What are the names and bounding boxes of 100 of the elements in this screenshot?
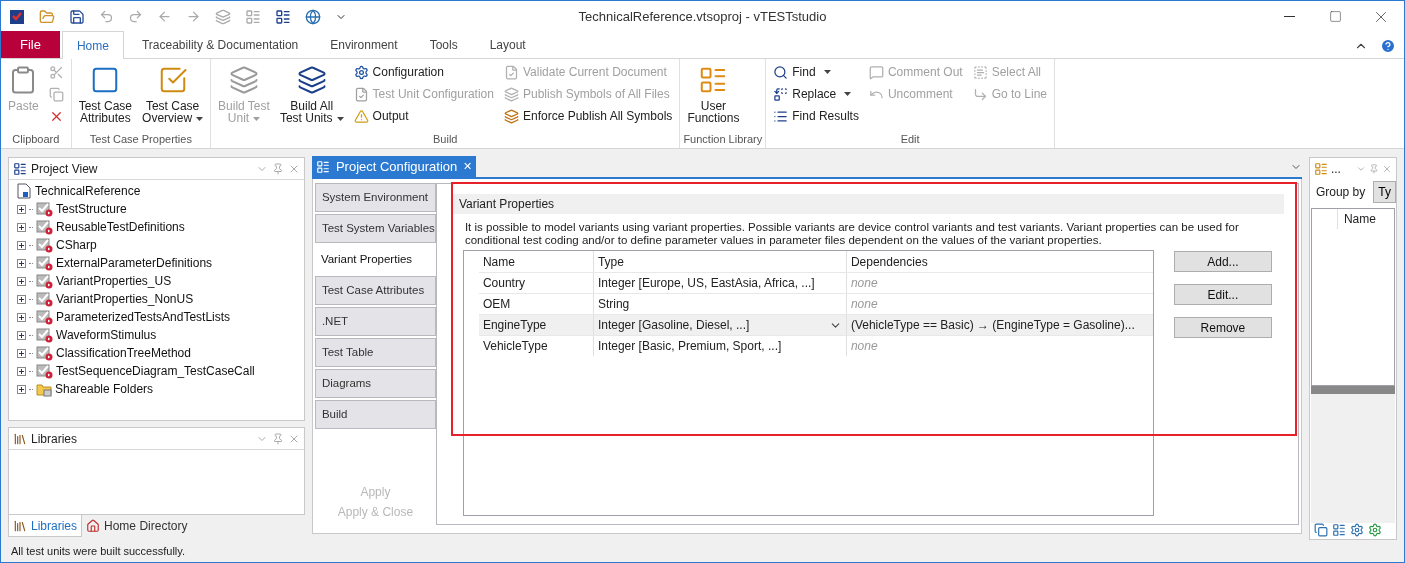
books-icon [13, 431, 27, 446]
expand-toggle[interactable] [17, 330, 26, 340]
replace-icon [773, 86, 789, 102]
app-icon[interactable] [9, 8, 25, 25]
tree-item[interactable]: TechnicalReference [35, 182, 141, 200]
table-row[interactable]: OEM String none [478, 293, 1153, 314]
pane-title: ... [1330, 161, 1342, 178]
ribbon-button[interactable]: Build All Test Units [275, 61, 348, 131]
group-by-dropdown[interactable]: Ty [1373, 181, 1396, 203]
close-icon[interactable] [1382, 164, 1392, 174]
go-to-line-icon [972, 86, 988, 102]
test-unit-icon [36, 219, 53, 235]
config-nav-item[interactable]: .NET [314, 307, 436, 336]
config-nav-item[interactable]: Diagrams [314, 369, 436, 398]
redo-icon[interactable] [128, 9, 143, 24]
table-row[interactable]: VehicleType Integer [Basic, Premium, Sport, ...] none [478, 335, 1153, 356]
pane-tab[interactable]: Home Directory [82, 515, 192, 537]
expand-toggle[interactable] [17, 204, 26, 214]
expand-toggle[interactable] [17, 384, 26, 394]
publish-icon [503, 108, 519, 124]
ribbon-button[interactable]: Output [349, 105, 498, 127]
ribbon-button[interactable]: Test Case Attributes [74, 61, 137, 131]
undo-icon[interactable] [99, 9, 114, 24]
test-unit-icon [36, 255, 53, 271]
explorer-icon[interactable] [305, 8, 321, 25]
help-icon[interactable] [1380, 38, 1396, 54]
tree-item[interactable]: TestStructure [56, 200, 127, 218]
config-nav-item[interactable]: System Environment [314, 183, 436, 212]
table-row[interactable]: EngineType Integer [Gasoline, Diesel, ...] (VehicleType == Basic) → (EngineType = Gasoline)... [478, 314, 1153, 335]
ribbon-tab[interactable]: Home [61, 31, 124, 59]
action-button[interactable]: Edit... [1173, 284, 1272, 305]
expand-toggle[interactable] [17, 366, 26, 376]
tree-item[interactable]: VariantProperties_NonUS [56, 290, 194, 308]
select-all-icon [972, 64, 988, 80]
action-button[interactable]: Add... [1173, 251, 1272, 272]
document-tab[interactable]: Project Configuration ✕ [311, 156, 477, 177]
tree-item[interactable]: Shareable Folders [55, 380, 154, 398]
ribbon-tab[interactable]: Traceability & Documentation [127, 31, 313, 58]
expand-toggle[interactable] [17, 258, 26, 268]
tree-item[interactable]: ParameterizedTestsAndTestLists [56, 308, 231, 326]
group-by-label: Group by [1315, 184, 1366, 201]
tree-item[interactable]: TestSequenceDiagram_TestCaseCall [56, 362, 255, 380]
config-nav-item[interactable]: Test Case Attributes [314, 276, 436, 305]
pin-icon[interactable] [1369, 164, 1379, 174]
ribbon-group-label: Edit [899, 132, 921, 147]
pane-title: Libraries [31, 430, 79, 448]
back-icon[interactable] [157, 9, 172, 24]
status-text: All test units were built successfully. [11, 543, 186, 559]
tree-item[interactable]: WaveformStimulus [56, 326, 157, 344]
ribbon-button[interactable]: Configuration [349, 61, 498, 83]
open-icon[interactable] [39, 8, 55, 25]
expand-toggle[interactable] [17, 312, 26, 322]
home-icon [86, 519, 101, 533]
ribbon-button[interactable]: Find [769, 61, 863, 83]
validate-icon [503, 64, 519, 80]
test-unit-icon [36, 363, 53, 379]
column-header: Name [1342, 211, 1377, 228]
action-button[interactable]: Remove [1173, 317, 1272, 338]
tree-item[interactable]: ReusableTestDefinitions [56, 218, 185, 236]
publish-icon[interactable] [215, 8, 231, 25]
file-tab[interactable]: File [1, 31, 60, 58]
test-unit-icon [36, 201, 53, 217]
ribbon-button[interactable]: User Functions [683, 61, 744, 131]
ribbon-button[interactable]: Find Results [769, 105, 863, 127]
pane-menu-icon[interactable] [1356, 164, 1366, 174]
tree-item[interactable]: VariantProperties_US [56, 272, 172, 290]
expand-toggle[interactable] [17, 240, 26, 250]
caret-icon [844, 92, 852, 96]
config-nav-item[interactable]: Test Table [314, 338, 436, 367]
tree-item[interactable]: CSharp [56, 236, 97, 254]
ribbon-group-label: Test Case Properties [88, 132, 193, 147]
expand-toggle[interactable] [17, 222, 26, 232]
forward-icon[interactable] [186, 9, 201, 24]
type-text: Integer [Gasoline, Diesel, ...] [597, 317, 750, 334]
caret-icon [196, 116, 204, 121]
ribbon-button[interactable]: Test Case Overview [138, 61, 208, 131]
ribbon-group-label: Build [432, 132, 459, 147]
ribbon-tab[interactable]: Layout [475, 31, 540, 58]
maximize-icon [1328, 10, 1342, 23]
pin-icon[interactable] [271, 162, 284, 175]
tree-item[interactable]: ClassificationTreeMethod [56, 344, 191, 362]
pane-tab[interactable]: Libraries [8, 515, 83, 537]
pin-icon[interactable] [271, 432, 284, 445]
ribbon-tab[interactable]: Tools [415, 31, 472, 58]
expand-toggle[interactable] [17, 294, 26, 304]
tree-item[interactable]: ExternalParameterDefinitions [56, 254, 213, 272]
expand-toggle[interactable] [17, 276, 26, 286]
warning-icon [353, 108, 369, 124]
folder-icon [36, 381, 52, 397]
test-unit-icon [36, 291, 53, 307]
ribbon-tab[interactable]: Environment [316, 31, 412, 58]
config-nav-item[interactable]: Build [314, 400, 436, 429]
save-icon[interactable] [69, 8, 85, 25]
ribbon-button[interactable]: Enforce Publish All Symbols [499, 105, 677, 127]
table-row[interactable]: Country Integer [Europe, US, EastAsia, Africa, ...] none [478, 272, 1153, 293]
config-nav-item[interactable]: Test System Variables [314, 214, 436, 243]
copy-icon [48, 86, 64, 102]
expand-toggle[interactable] [17, 348, 26, 358]
ribbon-button[interactable]: Replace [769, 83, 863, 105]
test-unit-icon [36, 237, 53, 253]
